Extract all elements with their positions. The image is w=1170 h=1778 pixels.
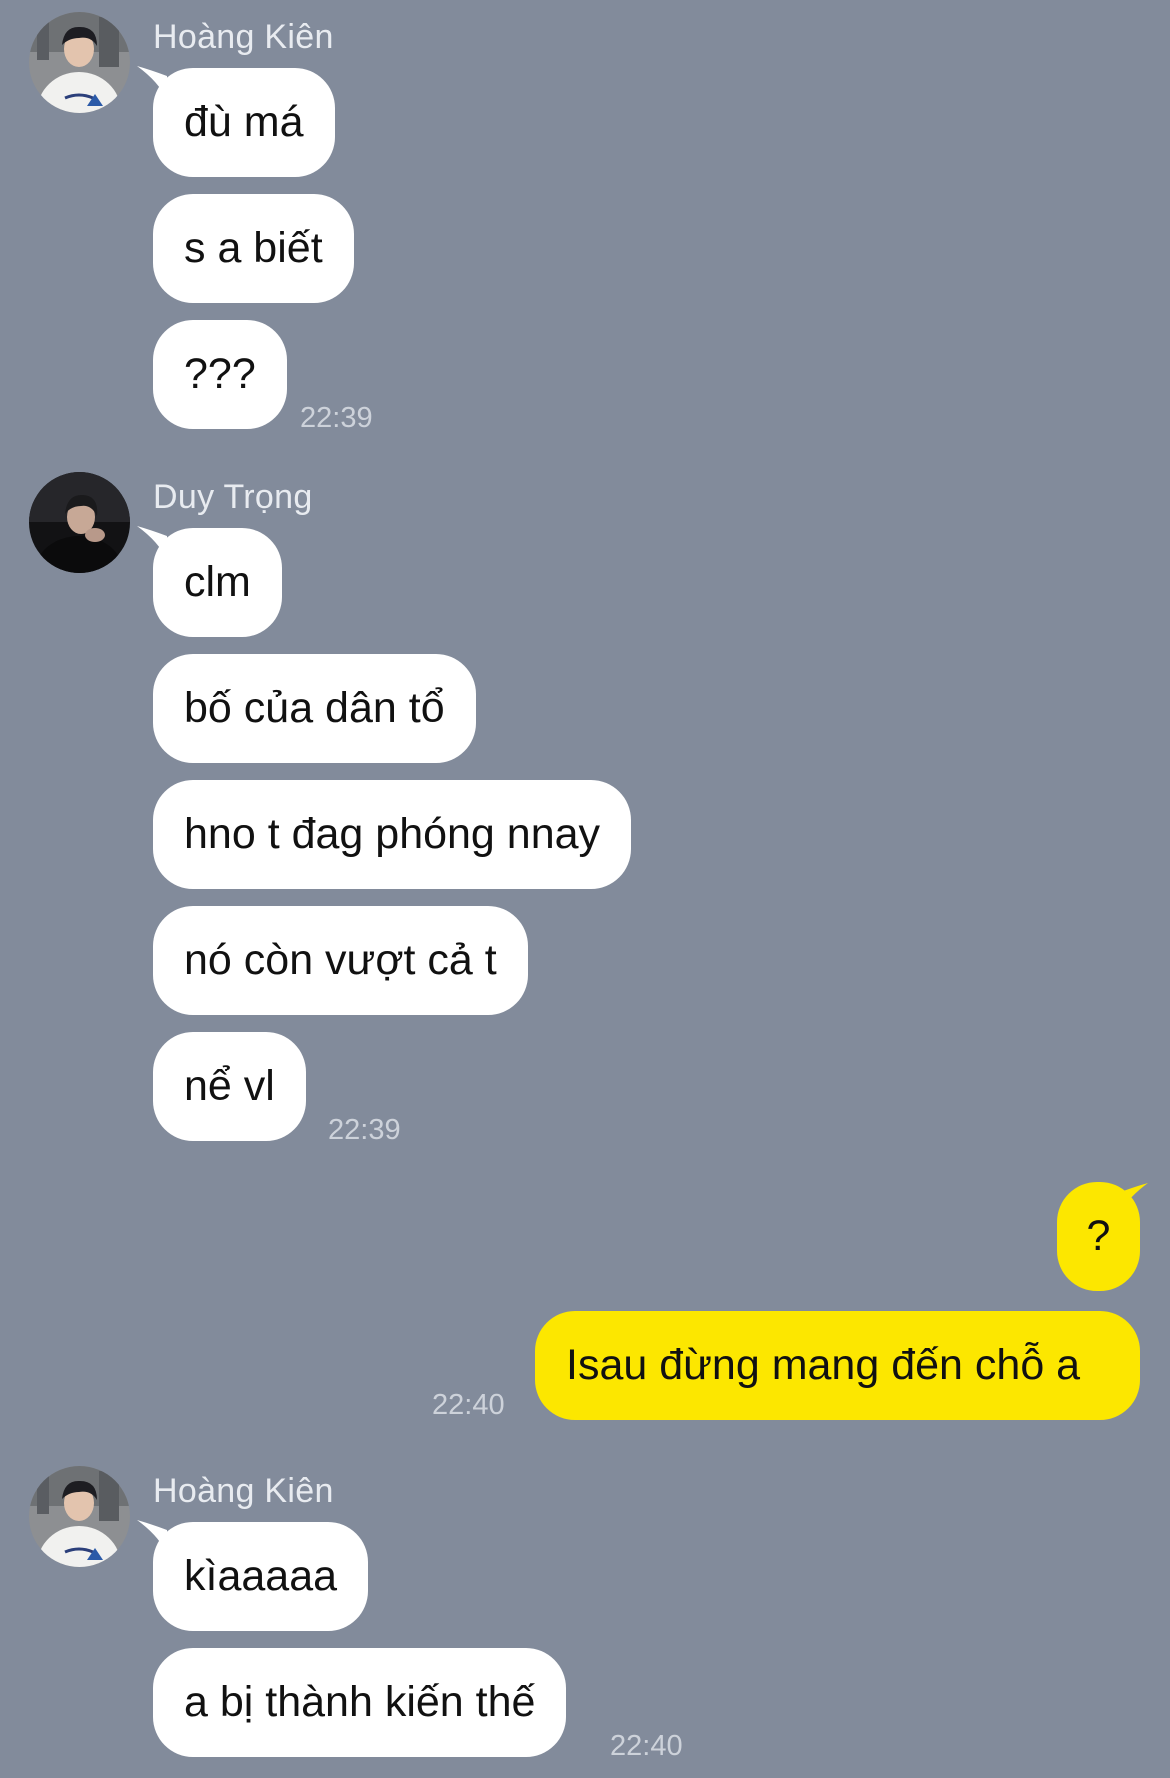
message-bubble[interactable]: hno t đag phóng nnay xyxy=(153,780,632,889)
message-bubble[interactable]: nó còn vượt cả t xyxy=(153,906,528,1015)
message-bubble[interactable]: đù má xyxy=(153,68,335,177)
message-bubble[interactable]: clm xyxy=(153,528,282,637)
message-bubble[interactable]: ??? xyxy=(153,320,287,429)
message-bubble[interactable]: bố của dân tổ xyxy=(153,654,476,763)
message-timestamp: 22:39 xyxy=(328,1114,401,1146)
message-bubble[interactable]: Isau đừng mang đến chỗ a xyxy=(535,1311,1140,1420)
avatar-duy-trong[interactable] xyxy=(29,472,130,573)
avatar-hoang-kien[interactable] xyxy=(29,12,130,113)
message-timestamp: 22:40 xyxy=(610,1730,683,1762)
message-bubble[interactable]: s a biết xyxy=(153,194,354,303)
sender-name: Duy Trọng xyxy=(153,478,313,516)
sender-name: Hoàng Kiên xyxy=(153,18,334,56)
message-bubble[interactable]: nể vl xyxy=(153,1032,306,1141)
avatar-hoang-kien[interactable] xyxy=(29,1466,130,1567)
message-timestamp: 22:39 xyxy=(300,402,373,434)
message-bubble[interactable]: a bị thành kiến thế xyxy=(153,1648,567,1757)
sender-name: Hoàng Kiên xyxy=(153,1472,334,1510)
message-bubble[interactable]: ? xyxy=(1057,1182,1140,1291)
message-bubble[interactable]: kìaaaaa xyxy=(153,1522,369,1631)
message-timestamp: 22:40 xyxy=(432,1389,505,1421)
chat-area[interactable]: Hoàng Kiên đù má s a biết ??? 22:39 Duy … xyxy=(0,0,1170,1778)
